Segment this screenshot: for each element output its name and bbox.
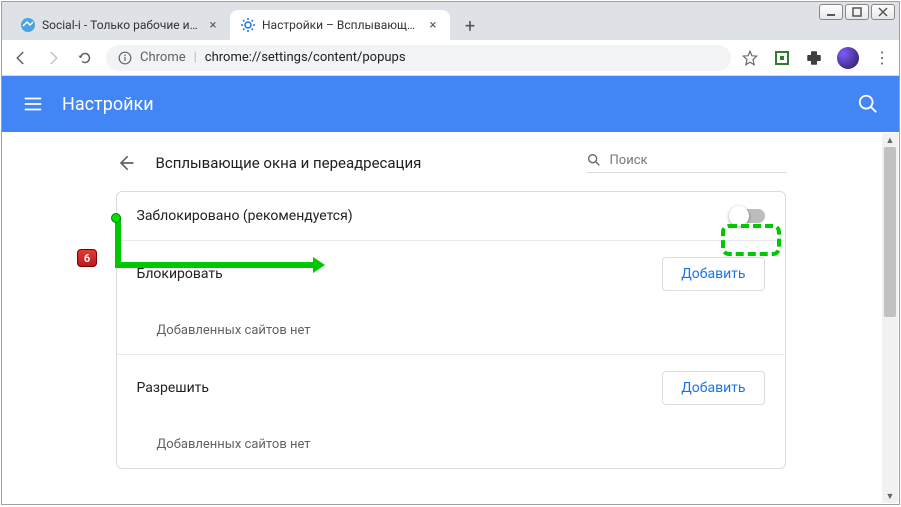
- back-arrow-icon[interactable]: [116, 153, 136, 173]
- panel-header: Всплывающие окна и переадресация: [116, 152, 786, 173]
- kebab-menu-icon[interactable]: ⋮: [873, 49, 891, 67]
- annotation-line: [115, 262, 315, 268]
- blocked-toggle[interactable]: [731, 209, 765, 223]
- minimize-button[interactable]: [819, 4, 843, 20]
- settings-card: Заблокировано (рекомендуется) Блокироват…: [116, 191, 786, 469]
- tab-title: Настройки – Всплывающие окн: [262, 18, 420, 32]
- extension-icon[interactable]: [773, 49, 791, 67]
- close-tab-icon[interactable]: ×: [426, 18, 440, 33]
- toggle-knob: [729, 206, 749, 226]
- extensions-puzzle-icon[interactable]: [805, 49, 823, 67]
- settings-title: Настройки: [62, 94, 857, 115]
- annotation-highlight-box: [721, 224, 781, 256]
- search-icon[interactable]: [857, 93, 879, 115]
- hamburger-menu-icon[interactable]: [22, 93, 44, 115]
- tab-strip: Social-i - Только рабочие инстр × Настро…: [2, 2, 899, 40]
- tab-social-i[interactable]: Social-i - Только рабочие инстр ×: [10, 10, 230, 40]
- browser-window: Social-i - Только рабочие инстр × Настро…: [1, 1, 900, 505]
- scroll-thumb[interactable]: [884, 147, 896, 317]
- favicon-social-i: [20, 17, 36, 33]
- block-empty-row: Добавленных сайтов нет: [117, 307, 785, 354]
- settings-header: Настройки: [2, 76, 899, 132]
- new-tab-button[interactable]: +: [456, 12, 484, 40]
- blocked-toggle-row: Заблокировано (рекомендуется): [117, 192, 785, 240]
- blocked-label: Заблокировано (рекомендуется): [137, 208, 731, 224]
- annotation-badge: 6: [77, 249, 97, 267]
- favicon-settings: [240, 17, 256, 33]
- block-section-label: Блокировать: [137, 266, 663, 282]
- tab-settings[interactable]: Настройки – Всплывающие окн ×: [230, 10, 450, 40]
- vertical-scrollbar[interactable]: ▲ ▼: [882, 133, 898, 503]
- back-button[interactable]: [10, 47, 32, 69]
- panel-title: Всплывающие окна и переадресация: [156, 154, 566, 172]
- url-text: chrome://settings/content/popups: [205, 50, 406, 65]
- scroll-up-arrow[interactable]: ▲: [882, 133, 898, 147]
- maximize-button[interactable]: [845, 4, 869, 20]
- annotation-line: [115, 217, 121, 267]
- forward-button[interactable]: [42, 47, 64, 69]
- url-separator: |: [194, 50, 197, 65]
- allow-section-label: Разрешить: [137, 380, 663, 396]
- allow-empty-text: Добавленных сайтов нет: [157, 437, 311, 452]
- reload-button[interactable]: [74, 47, 96, 69]
- settings-search[interactable]: [586, 152, 786, 173]
- search-input[interactable]: [610, 153, 786, 168]
- search-small-icon: [586, 152, 602, 168]
- settings-content: Всплывающие окна и переадресация Заблоки…: [2, 132, 899, 504]
- toolbar-actions: ⋮: [741, 47, 891, 69]
- annotation-dot: [111, 213, 121, 223]
- annotation-arrow: [313, 257, 325, 273]
- allow-section-row: Разрешить Добавить: [117, 355, 785, 421]
- block-empty-text: Добавленных сайтов нет: [157, 323, 311, 338]
- block-section-row: Блокировать Добавить: [117, 241, 785, 307]
- close-window-button[interactable]: [871, 4, 895, 20]
- url-scheme-label: Chrome: [140, 50, 186, 65]
- close-tab-icon[interactable]: ×: [206, 18, 220, 33]
- popups-panel: Всплывающие окна и переадресация Заблоки…: [116, 152, 786, 469]
- site-info-icon[interactable]: [118, 51, 132, 65]
- browser-toolbar: Chrome | chrome://settings/content/popup…: [2, 40, 899, 76]
- add-block-button[interactable]: Добавить: [662, 257, 764, 291]
- tab-title: Social-i - Только рабочие инстр: [42, 18, 200, 32]
- allow-empty-row: Добавленных сайтов нет: [117, 421, 785, 468]
- bookmark-star-icon[interactable]: [741, 49, 759, 67]
- address-bar[interactable]: Chrome | chrome://settings/content/popup…: [106, 45, 731, 71]
- add-allow-button[interactable]: Добавить: [662, 371, 764, 405]
- scroll-down-arrow[interactable]: ▼: [882, 489, 898, 503]
- window-controls: [819, 4, 895, 20]
- profile-avatar[interactable]: [837, 47, 859, 69]
